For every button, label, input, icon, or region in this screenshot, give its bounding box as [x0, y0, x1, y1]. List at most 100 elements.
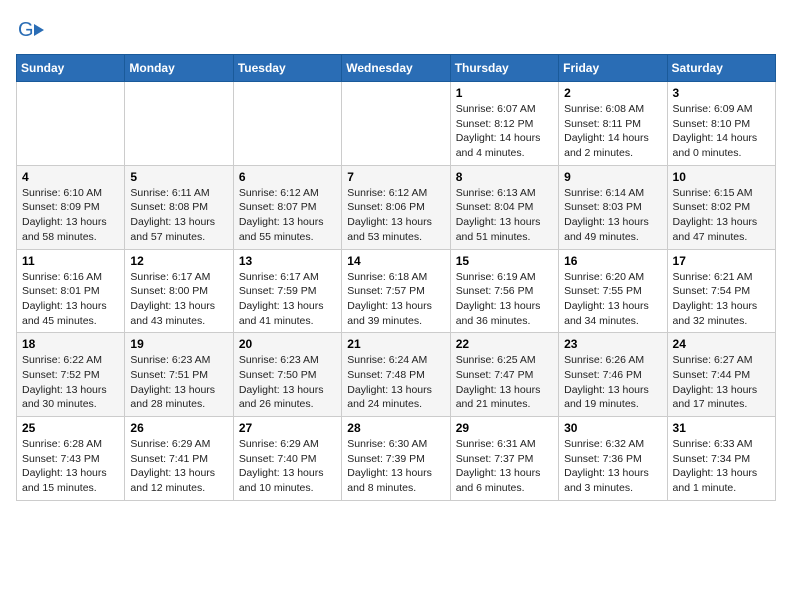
day-number: 30	[564, 421, 661, 435]
day-info: Sunrise: 6:27 AMSunset: 7:44 PMDaylight:…	[673, 353, 770, 412]
day-info: Sunrise: 6:17 AMSunset: 8:00 PMDaylight:…	[130, 270, 227, 329]
day-number: 15	[456, 254, 553, 268]
day-info: Sunrise: 6:18 AMSunset: 7:57 PMDaylight:…	[347, 270, 444, 329]
calendar-cell: 5Sunrise: 6:11 AMSunset: 8:08 PMDaylight…	[125, 165, 233, 249]
calendar-cell: 22 Sunrise: 6:25 AMSunset: 7:47 PMDayligh…	[450, 333, 558, 417]
day-info: Sunrise: 6:08 AMSunset: 8:11 PMDaylight:…	[564, 102, 661, 161]
weekday-header-friday: Friday	[559, 55, 667, 82]
weekday-header-thursday: Thursday	[450, 55, 558, 82]
day-number: 13	[239, 254, 336, 268]
day-info: Sunrise: 6:31 AMSunset: 7:37 PMDaylight:…	[456, 437, 553, 496]
day-number: 1	[456, 86, 553, 100]
day-number: 28	[347, 421, 444, 435]
calendar-cell: 26Sunrise: 6:29 AMSunset: 7:41 PMDayligh…	[125, 417, 233, 501]
calendar-cell: 16 Sunrise: 6:20 AMSunset: 7:55 PMDayligh…	[559, 249, 667, 333]
calendar-cell: 20 Sunrise: 6:23 AMSunset: 7:50 PMDayligh…	[233, 333, 341, 417]
day-number: 20	[239, 337, 336, 351]
weekday-header-saturday: Saturday	[667, 55, 775, 82]
weekday-row: SundayMondayTuesdayWednesdayThursdayFrid…	[17, 55, 776, 82]
calendar-table: SundayMondayTuesdayWednesdayThursdayFrid…	[16, 54, 776, 501]
calendar-cell: 27 Sunrise: 6:29 AMSunset: 7:40 PMDayligh…	[233, 417, 341, 501]
day-number: 26	[130, 421, 227, 435]
calendar-cell: 17 Sunrise: 6:21 AMSunset: 7:54 PMDayligh…	[667, 249, 775, 333]
day-number: 29	[456, 421, 553, 435]
day-info: Sunrise: 6:24 AMSunset: 7:48 PMDaylight:…	[347, 353, 444, 412]
calendar-cell: 25Sunrise: 6:28 AMSunset: 7:43 PMDayligh…	[17, 417, 125, 501]
day-number: 22	[456, 337, 553, 351]
day-number: 8	[456, 170, 553, 184]
calendar-cell	[17, 82, 125, 166]
day-info: Sunrise: 6:10 AMSunset: 8:09 PMDaylight:…	[22, 186, 119, 245]
calendar-week-row: 4 Sunrise: 6:10 AMSunset: 8:09 PMDaylight…	[17, 165, 776, 249]
calendar-cell: 13 Sunrise: 6:17 AMSunset: 7:59 PMDayligh…	[233, 249, 341, 333]
calendar-cell: 11 Sunrise: 6:16 AMSunset: 8:01 PMDayligh…	[17, 249, 125, 333]
calendar-cell	[342, 82, 450, 166]
day-info: Sunrise: 6:14 AMSunset: 8:03 PMDaylight:…	[564, 186, 661, 245]
day-info: Sunrise: 6:21 AMSunset: 7:54 PMDaylight:…	[673, 270, 770, 329]
calendar-cell: 30 Sunrise: 6:32 AMSunset: 7:36 PMDayligh…	[559, 417, 667, 501]
day-number: 31	[673, 421, 770, 435]
calendar-cell: 4 Sunrise: 6:10 AMSunset: 8:09 PMDaylight…	[17, 165, 125, 249]
day-number: 16	[564, 254, 661, 268]
day-info: Sunrise: 6:32 AMSunset: 7:36 PMDaylight:…	[564, 437, 661, 496]
calendar-cell: 31 Sunrise: 6:33 AMSunset: 7:34 PMDayligh…	[667, 417, 775, 501]
calendar-week-row: 11 Sunrise: 6:16 AMSunset: 8:01 PMDayligh…	[17, 249, 776, 333]
day-info: Sunrise: 6:12 AMSunset: 8:06 PMDaylight:…	[347, 186, 444, 245]
day-number: 2	[564, 86, 661, 100]
day-info: Sunrise: 6:29 AMSunset: 7:40 PMDaylight:…	[239, 437, 336, 496]
day-info: Sunrise: 6:22 AMSunset: 7:52 PMDaylight:…	[22, 353, 119, 412]
day-number: 6	[239, 170, 336, 184]
page-header: G	[16, 16, 776, 44]
day-number: 19	[130, 337, 227, 351]
day-number: 7	[347, 170, 444, 184]
calendar-header: SundayMondayTuesdayWednesdayThursdayFrid…	[17, 55, 776, 82]
day-number: 24	[673, 337, 770, 351]
day-number: 11	[22, 254, 119, 268]
day-info: Sunrise: 6:15 AMSunset: 8:02 PMDaylight:…	[673, 186, 770, 245]
day-number: 4	[22, 170, 119, 184]
day-info: Sunrise: 6:28 AMSunset: 7:43 PMDaylight:…	[22, 437, 119, 496]
calendar-cell: 8 Sunrise: 6:13 AMSunset: 8:04 PMDaylight…	[450, 165, 558, 249]
calendar-cell: 19 Sunrise: 6:23 AMSunset: 7:51 PMDayligh…	[125, 333, 233, 417]
calendar-cell: 2 Sunrise: 6:08 AMSunset: 8:11 PMDaylight…	[559, 82, 667, 166]
day-number: 17	[673, 254, 770, 268]
weekday-header-sunday: Sunday	[17, 55, 125, 82]
calendar-cell	[233, 82, 341, 166]
day-info: Sunrise: 6:30 AMSunset: 7:39 PMDaylight:…	[347, 437, 444, 496]
calendar-cell: 23Sunrise: 6:26 AMSunset: 7:46 PMDayligh…	[559, 333, 667, 417]
day-info: Sunrise: 6:19 AMSunset: 7:56 PMDaylight:…	[456, 270, 553, 329]
weekday-header-tuesday: Tuesday	[233, 55, 341, 82]
day-info: Sunrise: 6:25 AMSunset: 7:47 PMDaylight:…	[456, 353, 553, 412]
calendar-week-row: 25Sunrise: 6:28 AMSunset: 7:43 PMDayligh…	[17, 417, 776, 501]
calendar-cell: 12Sunrise: 6:17 AMSunset: 8:00 PMDayligh…	[125, 249, 233, 333]
calendar-cell: 18Sunrise: 6:22 AMSunset: 7:52 PMDayligh…	[17, 333, 125, 417]
day-info: Sunrise: 6:13 AMSunset: 8:04 PMDaylight:…	[456, 186, 553, 245]
calendar-cell: 3Sunrise: 6:09 AMSunset: 8:10 PMDaylight…	[667, 82, 775, 166]
calendar-cell: 15 Sunrise: 6:19 AMSunset: 7:56 PMDayligh…	[450, 249, 558, 333]
calendar-cell: 10 Sunrise: 6:15 AMSunset: 8:02 PMDayligh…	[667, 165, 775, 249]
day-info: Sunrise: 6:23 AMSunset: 7:51 PMDaylight:…	[130, 353, 227, 412]
day-info: Sunrise: 6:07 AMSunset: 8:12 PMDaylight:…	[456, 102, 553, 161]
day-number: 23	[564, 337, 661, 351]
calendar-cell: 6 Sunrise: 6:12 AMSunset: 8:07 PMDaylight…	[233, 165, 341, 249]
day-number: 14	[347, 254, 444, 268]
calendar-cell: 14 Sunrise: 6:18 AMSunset: 7:57 PMDayligh…	[342, 249, 450, 333]
day-info: Sunrise: 6:12 AMSunset: 8:07 PMDaylight:…	[239, 186, 336, 245]
day-info: Sunrise: 6:20 AMSunset: 7:55 PMDaylight:…	[564, 270, 661, 329]
day-number: 10	[673, 170, 770, 184]
calendar-cell: 9Sunrise: 6:14 AMSunset: 8:03 PMDaylight…	[559, 165, 667, 249]
day-info: Sunrise: 6:33 AMSunset: 7:34 PMDaylight:…	[673, 437, 770, 496]
calendar-cell: 1 Sunrise: 6:07 AMSunset: 8:12 PMDaylight…	[450, 82, 558, 166]
calendar-cell: 29 Sunrise: 6:31 AMSunset: 7:37 PMDayligh…	[450, 417, 558, 501]
calendar-week-row: 1 Sunrise: 6:07 AMSunset: 8:12 PMDaylight…	[17, 82, 776, 166]
day-number: 21	[347, 337, 444, 351]
day-number: 3	[673, 86, 770, 100]
weekday-header-monday: Monday	[125, 55, 233, 82]
day-info: Sunrise: 6:16 AMSunset: 8:01 PMDaylight:…	[22, 270, 119, 329]
day-info: Sunrise: 6:17 AMSunset: 7:59 PMDaylight:…	[239, 270, 336, 329]
logo: G	[16, 16, 48, 44]
day-info: Sunrise: 6:23 AMSunset: 7:50 PMDaylight:…	[239, 353, 336, 412]
calendar-cell: 24 Sunrise: 6:27 AMSunset: 7:44 PMDayligh…	[667, 333, 775, 417]
day-number: 27	[239, 421, 336, 435]
day-number: 5	[130, 170, 227, 184]
